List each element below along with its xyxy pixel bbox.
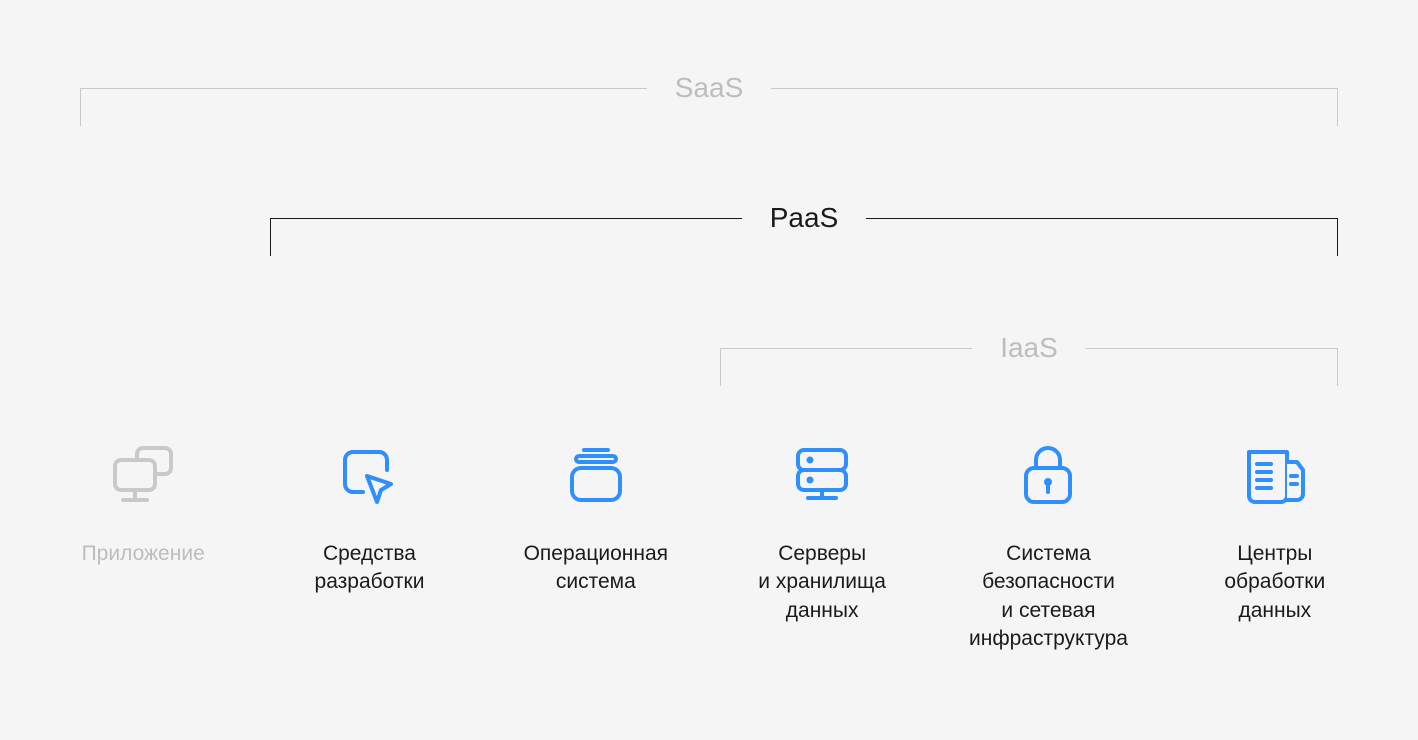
server-icon bbox=[786, 440, 858, 512]
monitor-icon bbox=[107, 440, 179, 512]
item-security-label: Система безопасности и сетевая инфрастру… bbox=[969, 540, 1128, 653]
cursor-square-icon bbox=[333, 440, 405, 512]
bracket-paas-label: PaaS bbox=[742, 204, 867, 232]
item-os: Операционная система bbox=[483, 440, 709, 653]
bracket-iaas-label: IaaS bbox=[972, 334, 1086, 362]
diagram-canvas: SaaS PaaS IaaS bbox=[0, 0, 1418, 740]
item-os-label: Операционная система bbox=[524, 540, 668, 597]
item-servers: Серверы и хранилища данных bbox=[709, 440, 935, 653]
item-security: Система безопасности и сетевая инфрастру… bbox=[935, 440, 1161, 653]
item-app-label: Приложение bbox=[82, 540, 205, 568]
item-devtools-label: Средства разработки bbox=[315, 540, 425, 597]
item-devtools: Средства разработки bbox=[256, 440, 482, 653]
item-app: Приложение bbox=[30, 440, 256, 653]
item-servers-label: Серверы и хранилища данных bbox=[758, 540, 886, 625]
stack-icon bbox=[560, 440, 632, 512]
item-datacenter: Центры обработки данных bbox=[1162, 440, 1388, 653]
items-row: Приложение Средства разработки bbox=[0, 440, 1418, 653]
bracket-saas-label: SaaS bbox=[647, 74, 772, 102]
item-datacenter-label: Центры обработки данных bbox=[1224, 540, 1325, 625]
lock-icon bbox=[1012, 440, 1084, 512]
beaker-icon bbox=[1239, 440, 1311, 512]
